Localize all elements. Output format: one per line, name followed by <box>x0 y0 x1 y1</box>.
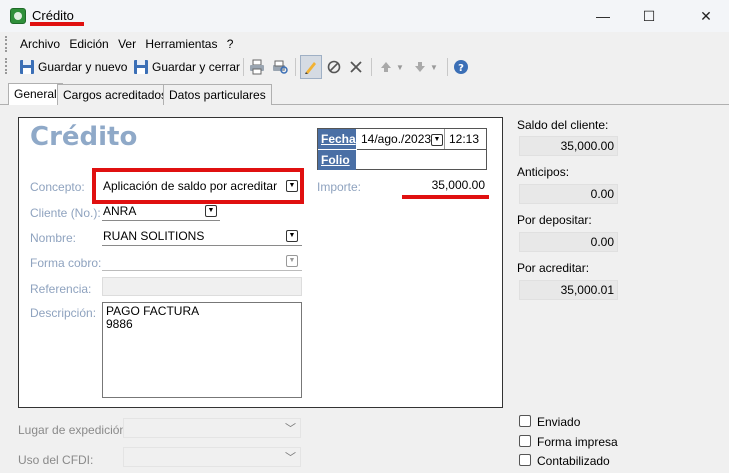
maximize-button[interactable]: ☐ <box>626 0 672 32</box>
fecha-time-value[interactable]: 12:13 <box>449 132 479 146</box>
window-title: Crédito <box>32 8 74 23</box>
toolbar-separator <box>371 58 372 76</box>
forma-cobro-field[interactable] <box>102 251 302 271</box>
uso-cfdi-select[interactable]: ﹀ <box>123 447 301 467</box>
cliente-value: ANRA <box>103 204 137 218</box>
svg-text:?: ? <box>458 63 464 74</box>
descripcion-textarea[interactable]: PAGO FACTURA 9886 <box>102 302 302 398</box>
minimize-button[interactable]: — <box>580 0 626 32</box>
print-preview-button[interactable] <box>272 55 291 79</box>
chevron-down-icon: ﹀ <box>285 452 296 464</box>
save-icon <box>19 59 35 75</box>
help-button[interactable]: ? <box>453 55 472 79</box>
forma-impresa-label: Forma impresa <box>537 435 618 449</box>
arrow-up-icon <box>378 59 394 75</box>
concepto-value: Aplicación de saldo por acreditar <box>103 179 278 193</box>
contabilizado-checkbox[interactable] <box>519 454 531 466</box>
contabilizado-label: Contabilizado <box>537 454 610 468</box>
nombre-value: RUAN SOLITIONS <box>103 229 205 243</box>
fecha-header: Fecha <box>318 129 356 149</box>
table-divider <box>357 149 486 150</box>
tab-general[interactable]: General <box>8 83 63 105</box>
chevron-down-icon[interactable]: ▼ <box>286 180 298 192</box>
save-close-button[interactable]: Guardar y cerrar <box>133 55 240 79</box>
toolbar-separator <box>295 58 296 76</box>
por-depositar-label: Por depositar: <box>517 213 592 227</box>
uso-cfdi-label: Uso del CFDI: <box>18 453 94 467</box>
arrow-down-icon <box>412 59 428 75</box>
chevron-down-icon[interactable]: ▼ <box>286 255 298 267</box>
tab-cargos-acreditados[interactable]: Cargos acreditados <box>57 84 174 105</box>
descripcion-label: Descripción: <box>30 306 97 320</box>
credit-app-icon <box>10 8 26 24</box>
save-new-button[interactable]: Guardar y nuevo <box>19 55 127 79</box>
por-depositar-value: 0.00 <box>519 232 618 252</box>
toolbar-separator <box>447 58 448 76</box>
toolbar-separator <box>243 58 244 76</box>
toolbar: Guardar y nuevo Guardar y cerrar ▼ ▼ ? <box>0 55 729 79</box>
title-highlight-underline <box>30 22 84 26</box>
forma-cobro-label: Forma cobro: <box>30 256 102 270</box>
menu-archivo[interactable]: Archivo <box>17 34 63 54</box>
por-acreditar-value: 35,000.01 <box>519 280 618 300</box>
save-new-label: Guardar y nuevo <box>38 60 128 74</box>
nombre-field[interactable]: RUAN SOLITIONS <box>102 226 302 246</box>
importe-highlight-underline <box>402 195 489 199</box>
importe-value[interactable]: 35,000.00 <box>400 178 485 192</box>
anticipos-value: 0.00 <box>519 184 618 204</box>
cliente-field[interactable]: ANRA <box>102 201 220 221</box>
print-button[interactable] <box>249 55 268 79</box>
chevron-down-icon: ▼ <box>396 62 404 72</box>
menu-ver[interactable]: Ver <box>115 34 139 54</box>
delete-button[interactable] <box>348 55 367 79</box>
referencia-label: Referencia: <box>30 282 92 296</box>
move-up-button[interactable]: ▼ <box>378 55 404 79</box>
print-preview-icon <box>272 59 288 75</box>
cancel-circle-icon <box>326 59 342 75</box>
cancel-button[interactable] <box>326 55 345 79</box>
time-divider <box>444 129 445 149</box>
chevron-down-icon[interactable]: ▼ <box>286 230 298 242</box>
por-acreditar-label: Por acreditar: <box>517 261 590 275</box>
save-close-label: Guardar y cerrar <box>152 60 241 74</box>
help-icon: ? <box>453 59 469 75</box>
saldo-cliente-label: Saldo del cliente: <box>517 118 609 132</box>
saldo-cliente-value: 35,000.00 <box>519 136 618 156</box>
concepto-select[interactable]: Aplicación de saldo por acreditar <box>102 176 300 196</box>
forma-impresa-checkbox[interactable] <box>519 435 531 447</box>
cliente-label: Cliente (No.): <box>30 206 101 220</box>
fecha-date-value[interactable]: 14/ago./2023 <box>361 132 431 146</box>
tab-datos-particulares[interactable]: Datos particulares <box>163 84 272 105</box>
concepto-label: Concepto: <box>30 180 85 194</box>
move-down-button[interactable]: ▼ <box>412 55 438 79</box>
enviado-label: Enviado <box>537 415 581 429</box>
chevron-down-icon[interactable]: ▼ <box>205 205 217 217</box>
nombre-label: Nombre: <box>30 231 77 245</box>
save-close-icon <box>133 59 149 75</box>
print-icon <box>249 59 265 75</box>
referencia-field[interactable] <box>102 277 302 296</box>
chevron-down-icon[interactable]: ▼ <box>431 134 443 146</box>
chevron-down-icon: ▼ <box>430 62 438 72</box>
descripcion-line-1: PAGO FACTURA <box>106 304 200 318</box>
menu-help[interactable]: ? <box>224 34 237 54</box>
folio-header: Folio <box>318 150 356 170</box>
lugar-expedicion-select[interactable]: ﹀ <box>123 418 301 438</box>
close-button[interactable]: ✕ <box>683 0 729 32</box>
chevron-down-icon: ﹀ <box>285 423 296 435</box>
enviado-checkbox[interactable] <box>519 415 531 427</box>
menu-edicion[interactable]: Edición <box>66 34 111 54</box>
edit-button[interactable] <box>300 55 322 79</box>
anticipos-label: Anticipos: <box>517 165 570 179</box>
descripcion-line-2: 9886 <box>106 317 133 331</box>
form-heading: Crédito <box>30 122 138 152</box>
importe-label: Importe: <box>317 180 362 194</box>
menu-bar: Archivo Edición Ver Herramientas ? <box>0 34 729 54</box>
menu-herramientas[interactable]: Herramientas <box>142 34 220 54</box>
edit-pencil-icon <box>303 59 319 75</box>
lugar-expedicion-label: Lugar de expedición: <box>18 423 130 437</box>
delete-x-icon <box>348 59 364 75</box>
